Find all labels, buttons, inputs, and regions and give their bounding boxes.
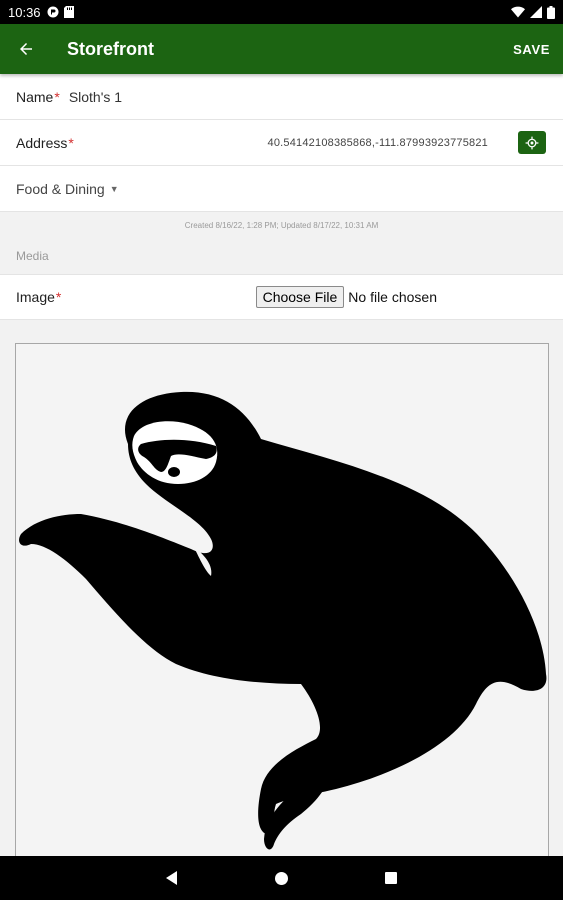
- notification-icon: [47, 6, 59, 18]
- image-preview-wrapper: [0, 320, 563, 856]
- choose-file-button[interactable]: Choose File: [255, 286, 345, 308]
- category-value: Food & Dining: [16, 180, 105, 197]
- arrow-back-icon: [20, 43, 32, 55]
- back-nav-icon[interactable]: [165, 870, 179, 886]
- required-marker: *: [55, 289, 62, 305]
- chevron-down-icon: ▼: [109, 183, 119, 194]
- name-input[interactable]: Sloth's 1: [69, 89, 122, 105]
- locate-button[interactable]: [518, 131, 546, 154]
- required-marker: *: [54, 88, 60, 105]
- address-value[interactable]: 40.54142108385868,-111.87993923775821: [268, 137, 488, 149]
- sloth-image: [19, 391, 547, 850]
- name-label: Name: [16, 88, 54, 105]
- page-title: Storefront: [67, 38, 154, 59]
- file-status: No file chosen: [348, 289, 437, 305]
- media-section-header: Media: [16, 249, 49, 263]
- signal-icon: [530, 6, 542, 18]
- sd-card-icon: [63, 6, 74, 18]
- form-content: Name * Sloth's 1 Address * 40.541421083858…: [0, 74, 563, 856]
- status-bar: 10:36: [0, 0, 563, 24]
- required-marker: *: [68, 134, 74, 151]
- image-label: Image: [16, 289, 55, 305]
- wifi-icon: [511, 6, 525, 18]
- app-bar: Storefront SAVE: [0, 24, 563, 74]
- back-button[interactable]: [0, 24, 52, 74]
- address-label: Address: [16, 134, 68, 151]
- battery-icon: [547, 5, 555, 19]
- category-dropdown[interactable]: Food & Dining ▼: [0, 166, 563, 212]
- address-field-row: Address * 40.54142108385868,-111.87993923…: [0, 120, 563, 166]
- file-input: Choose File No file chosen: [255, 286, 437, 308]
- image-field-row: Image * Choose File No file chosen: [0, 274, 563, 320]
- name-field-row[interactable]: Name * Sloth's 1: [0, 74, 563, 120]
- image-preview: [15, 343, 549, 856]
- save-button[interactable]: SAVE: [513, 42, 550, 57]
- home-nav-icon[interactable]: [274, 871, 289, 886]
- recents-nav-icon[interactable]: [384, 871, 398, 885]
- system-nav-bar: [0, 856, 563, 900]
- timestamps: Created 8/16/22, 1:28 PM; Updated 8/17/2…: [184, 220, 379, 230]
- my-location-icon: [525, 136, 539, 149]
- status-time: 10:36: [8, 4, 41, 20]
